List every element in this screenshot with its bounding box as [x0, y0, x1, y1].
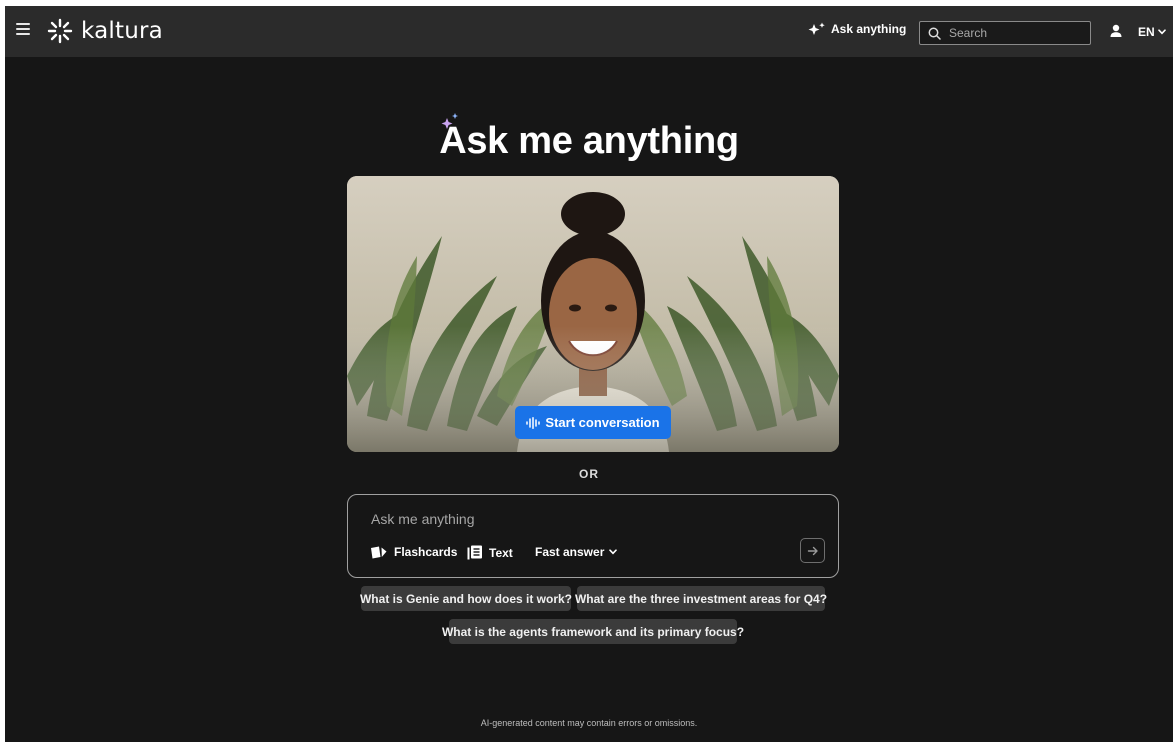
top-navigation-bar: kaltura Ask anything EN: [5, 6, 1173, 57]
avatar-video-card[interactable]: Start conversation: [347, 176, 839, 452]
suggestion-chip[interactable]: What is Genie and how does it work?: [360, 586, 572, 611]
kaltura-logo-icon: [47, 18, 73, 44]
suggestion-chip[interactable]: What are the three investment areas for …: [575, 586, 827, 611]
ai-disclaimer: AI-generated content may contain errors …: [480, 718, 698, 728]
brand-logo[interactable]: kaltura: [47, 17, 163, 45]
page-title-text: Ask me anything: [439, 120, 739, 162]
menu-icon[interactable]: [16, 23, 30, 35]
ask-input[interactable]: [369, 507, 793, 531]
search-box[interactable]: [919, 21, 1091, 45]
answer-mode-label: Fast answer: [535, 545, 605, 559]
flashcards-button[interactable]: Flashcards: [370, 545, 457, 559]
arrow-right-icon: [807, 546, 818, 555]
user-icon[interactable]: [1110, 24, 1122, 43]
suggestion-chip[interactable]: What is the agents framework and its pri…: [442, 619, 744, 644]
page-title: Ask me anything: [5, 113, 1173, 163]
start-conversation-label: Start conversation: [545, 415, 660, 430]
language-label: EN: [1138, 25, 1155, 39]
send-button[interactable]: [800, 538, 825, 563]
text-document-icon: [467, 545, 482, 560]
text-label: Text: [489, 545, 513, 560]
flashcards-icon: [371, 546, 387, 559]
search-input[interactable]: [947, 25, 1081, 41]
or-divider: OR: [579, 467, 599, 481]
sparkle-icon: [441, 113, 458, 129]
sparkle-icon: [808, 22, 825, 35]
audio-wave-icon: [526, 416, 541, 429]
ask-anything-label: Ask anything: [831, 22, 907, 36]
language-selector[interactable]: EN: [1138, 25, 1166, 39]
flashcards-label: Flashcards: [394, 545, 458, 559]
app-frame: kaltura Ask anything EN: [5, 6, 1173, 742]
chevron-down-icon: [1157, 29, 1166, 35]
ask-box: Flashcards Text Fast answer: [347, 494, 839, 578]
answer-mode-dropdown[interactable]: Fast answer: [535, 545, 618, 559]
start-conversation-button[interactable]: Start conversation: [515, 406, 671, 439]
search-icon: [928, 27, 941, 40]
ask-anything-link[interactable]: Ask anything: [807, 22, 906, 36]
brand-name: kaltura: [81, 18, 163, 44]
text-button[interactable]: Text: [467, 545, 513, 560]
chevron-down-icon: [609, 549, 618, 555]
